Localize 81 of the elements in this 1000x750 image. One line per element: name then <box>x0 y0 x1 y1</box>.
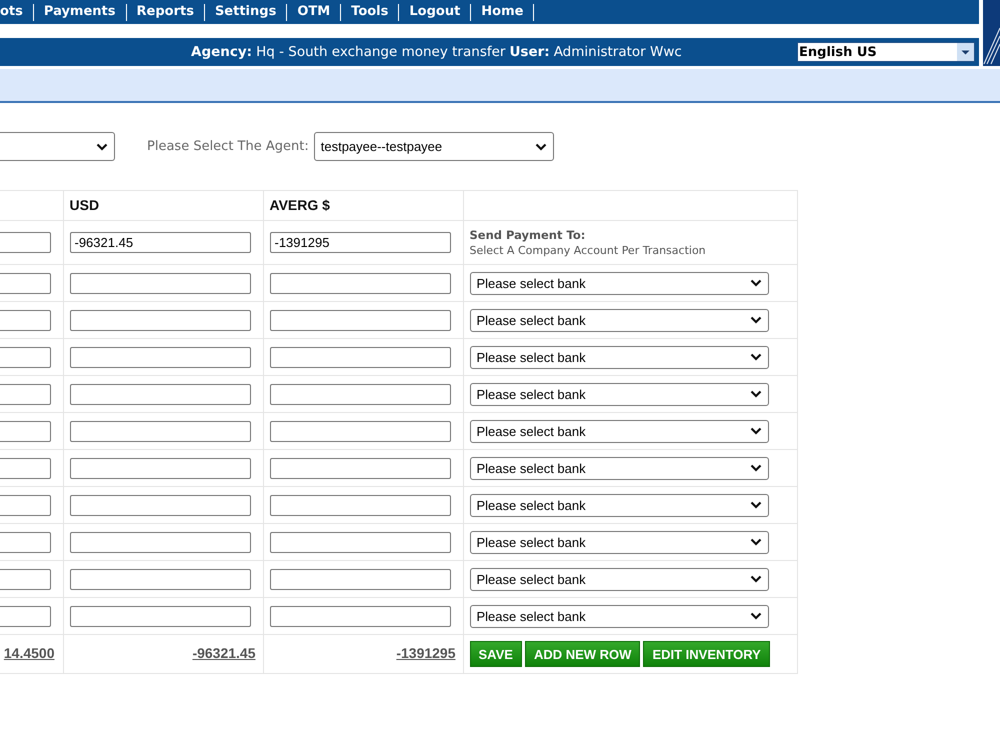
column-header: USD <box>70 196 100 212</box>
input-field[interactable] <box>70 420 250 442</box>
bank-select[interactable]: Please select bank <box>470 420 768 442</box>
input-field[interactable] <box>270 494 450 516</box>
input-field[interactable] <box>270 458 450 478</box>
nav-link[interactable]: Home <box>481 4 524 20</box>
input-field[interactable] <box>0 420 51 442</box>
save-button[interactable]: SAVE <box>470 641 522 667</box>
edit-inventory-button[interactable]: EDIT INVENTORY <box>643 641 770 667</box>
chevron-icon <box>750 279 762 287</box>
send-payment-title: Send Payment To: <box>470 228 586 242</box>
chevron-icon <box>750 316 762 324</box>
bank-select[interactable]: Please select bank <box>470 308 768 332</box>
input-field[interactable] <box>70 494 250 516</box>
bank-select[interactable]: Please select bank <box>470 568 768 590</box>
agent-select[interactable]: testpayee--testpayee <box>314 132 554 161</box>
input-field[interactable] <box>70 346 250 368</box>
chevron-icon <box>750 575 762 583</box>
input-field[interactable] <box>70 532 250 552</box>
bank-select[interactable]: Please select bank <box>470 604 768 628</box>
language-select[interactable]: English US <box>797 42 975 62</box>
input-field[interactable] <box>270 532 450 552</box>
input-field[interactable] <box>270 310 450 330</box>
nav-link[interactable]: Reports <box>136 4 194 20</box>
nav-link[interactable]: ots <box>0 4 23 20</box>
nav-link[interactable]: OTM <box>297 4 330 20</box>
nav-link[interactable]: Payments <box>44 4 116 20</box>
input-field[interactable] <box>270 606 450 626</box>
input-field[interactable] <box>270 420 450 442</box>
input-field[interactable] <box>0 494 51 516</box>
input-field[interactable] <box>270 384 450 404</box>
chevron-icon <box>750 612 762 620</box>
chevron-icon <box>750 390 762 398</box>
chevron-icon <box>750 353 762 361</box>
input-field[interactable] <box>70 458 250 478</box>
chevron-icon <box>96 142 108 150</box>
input-field[interactable] <box>0 606 51 626</box>
input-field[interactable] <box>0 532 51 552</box>
total-link[interactable]: -96321.45 <box>192 645 256 661</box>
add-row-button[interactable]: ADD NEW ROW <box>524 641 640 667</box>
bank-select[interactable]: Please select bank <box>470 456 768 480</box>
input-field[interactable] <box>70 606 250 626</box>
input-field[interactable] <box>0 232 51 253</box>
chevron-icon <box>750 427 762 435</box>
logo-icon <box>983 0 1000 66</box>
input-field[interactable] <box>0 346 51 368</box>
chevron-icon <box>750 538 762 546</box>
nav-link[interactable]: Settings <box>214 4 276 20</box>
agency-label: Agency: <box>191 44 252 60</box>
input-field[interactable] <box>0 568 51 590</box>
input-field[interactable] <box>0 384 51 404</box>
bank-select[interactable]: Please select bank <box>470 346 768 368</box>
bank-select[interactable]: Please select bank <box>470 382 768 406</box>
input-field[interactable] <box>270 568 450 590</box>
input-field[interactable] <box>70 310 250 330</box>
user-label: User: <box>509 44 550 60</box>
input-field[interactable] <box>270 346 450 368</box>
total-link[interactable]: -1391295 <box>396 645 456 661</box>
filter-select[interactable] <box>0 132 115 161</box>
input-field[interactable] <box>70 384 250 404</box>
input-field[interactable] <box>70 568 250 590</box>
input-field[interactable] <box>0 458 51 478</box>
nav-link[interactable]: Tools <box>351 4 388 20</box>
send-payment-hint: Select A Company Account Per Transaction <box>470 242 707 258</box>
bank-select[interactable]: Please select bank <box>470 494 768 516</box>
input-field[interactable] <box>270 272 450 294</box>
user-name: Administrator Wwc <box>554 44 682 60</box>
input-field[interactable] <box>70 272 250 294</box>
agent-label: Please Select The Agent: <box>147 139 309 154</box>
input-field[interactable] <box>0 272 51 294</box>
chevron-icon <box>750 501 762 509</box>
input-field[interactable]: -1391295 <box>270 232 450 253</box>
input-field[interactable] <box>0 310 51 330</box>
chevron-icon <box>534 142 547 150</box>
agency-name: Hq - South exchange money transfer <box>256 44 506 60</box>
bank-select[interactable]: Please select bank <box>470 272 768 294</box>
nav-link[interactable]: Logout <box>409 4 460 20</box>
input-field[interactable]: -96321.45 <box>70 232 250 253</box>
bank-select[interactable]: Please select bank <box>470 530 768 554</box>
chevron-icon <box>750 464 762 472</box>
column-header: AVERG $ <box>270 196 330 212</box>
